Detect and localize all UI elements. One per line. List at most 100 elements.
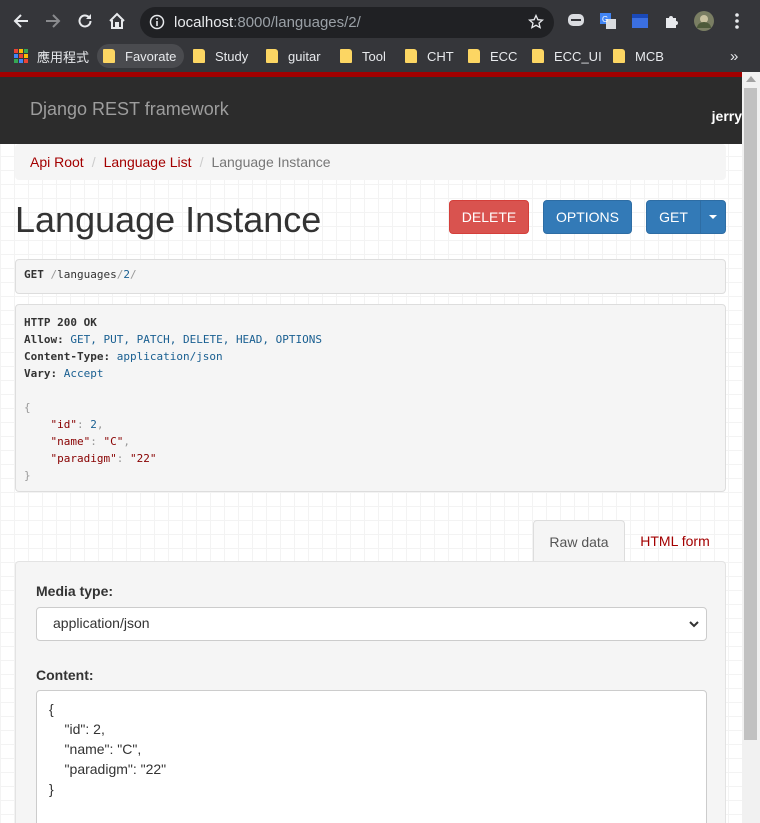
header-value: GET, PUT, PATCH, DELETE, HEAD, OPTIONS [70, 333, 323, 346]
folder-icon [340, 49, 352, 63]
breadcrumb-separator: / [199, 154, 204, 170]
tab-raw-data[interactable]: Raw data [533, 520, 625, 562]
folder-icon [532, 49, 544, 63]
bookmark-tool[interactable]: Tool [340, 46, 386, 66]
breadcrumb-api-root[interactable]: Api Root [30, 154, 84, 170]
home-icon[interactable] [104, 8, 130, 34]
media-type-value: application/json [53, 615, 150, 631]
bookmark-cht[interactable]: CHT [405, 46, 454, 66]
breadcrumb-language-list[interactable]: Language List [104, 154, 192, 170]
folder-icon [103, 49, 115, 63]
bookmark-guitar[interactable]: guitar [266, 46, 321, 66]
get-button[interactable]: GET [646, 200, 701, 234]
bookmark-study[interactable]: Study [193, 46, 248, 66]
brand-link[interactable]: Django REST framework [30, 99, 229, 120]
bookmark-label: MCB [635, 48, 664, 64]
bookmark-label: guitar [288, 48, 321, 64]
calendar-extension-icon[interactable] [630, 11, 650, 31]
page-scrollbar[interactable] [742, 72, 760, 823]
tab-html-form[interactable]: HTML form [625, 520, 725, 562]
reload-icon[interactable] [72, 8, 98, 34]
bookmark-label: CHT [427, 48, 454, 64]
site-info-icon[interactable] [149, 14, 165, 35]
request-method: GET [24, 268, 44, 281]
caret-down-icon [709, 215, 717, 219]
path-slash: / [129, 268, 137, 281]
folder-icon [613, 49, 625, 63]
page-content: Django REST framework jerry Api Root / L… [0, 72, 742, 823]
bookmark-star-icon[interactable] [527, 13, 545, 35]
header-name: Allow: [24, 333, 64, 346]
bookmark-ecc[interactable]: ECC [468, 46, 517, 66]
bookmarks-bar: 應用程式 Favorate Study guitar Tool CHT ECC [0, 40, 760, 72]
profile-avatar-icon[interactable] [694, 11, 714, 31]
content-line: "paradigm": "22" [49, 761, 167, 777]
content-label: Content: [36, 667, 94, 683]
browser-menu-icon[interactable] [727, 11, 747, 31]
translate-extension-icon[interactable]: G [598, 11, 618, 31]
media-type-label: Media type: [36, 583, 114, 599]
breadcrumb-current: Language Instance [211, 154, 331, 170]
bookmark-label: 應用程式 [37, 49, 90, 65]
back-arrow-icon[interactable] [8, 8, 34, 34]
path-segment: languages [57, 268, 117, 281]
bookmark-label: ECC [490, 48, 518, 64]
json-value-paradigm: "22" [129, 452, 157, 465]
path-segment: 2 [123, 268, 130, 281]
json-brace: { [24, 401, 31, 414]
json-key: "paradigm" [50, 452, 117, 465]
apps-grid-icon [14, 49, 28, 63]
bookmark-label: Study [215, 48, 249, 64]
folder-icon [266, 49, 278, 63]
json-key: "id" [50, 418, 78, 431]
folder-icon [405, 49, 417, 63]
bookmark-label: Tool [362, 48, 386, 64]
folder-icon [193, 49, 205, 63]
request-info: GET /languages/2/ [15, 259, 726, 294]
url-host: localhost [174, 14, 234, 31]
header-value: application/json [116, 350, 223, 363]
json-value-name: "C" [103, 435, 124, 448]
response-status: HTTP 200 OK [24, 316, 97, 329]
bookmark-apps[interactable]: 應用程式 [14, 46, 89, 66]
url-text: localhost:8000/languages/2/ [174, 14, 361, 31]
options-button[interactable]: OPTIONS [543, 200, 632, 234]
header-value: Accept [63, 367, 104, 380]
bookmark-favorate[interactable]: Favorate [97, 44, 185, 68]
raw-data-form: Media type: application/json Content: { … [15, 561, 726, 823]
breadcrumb-separator: / [91, 154, 96, 170]
scroll-up-arrow-icon[interactable] [746, 76, 756, 82]
get-format-dropdown[interactable] [700, 200, 726, 234]
content-line: "name": "C", [49, 741, 142, 757]
url-path: :8000/languages/2/ [233, 14, 361, 31]
bookmark-mcb[interactable]: MCB [613, 46, 664, 66]
bookmark-ecc-ui[interactable]: ECC_UI [532, 46, 602, 66]
media-type-select[interactable]: application/json [36, 607, 707, 641]
extensions-puzzle-icon[interactable] [662, 11, 682, 31]
page-title: Language Instance [15, 199, 322, 240]
scrollbar-thumb[interactable] [744, 88, 757, 740]
browser-toolbar: localhost:8000/languages/2/ G [0, 0, 760, 40]
content-line: } [49, 781, 54, 797]
bookmarks-overflow-button[interactable]: » [730, 46, 738, 66]
bookmark-label: ECC_UI [554, 48, 602, 64]
top-navbar: Django REST framework jerry [0, 72, 742, 144]
content-textarea[interactable]: { "id": 2, "name": "C", "paradigm": "22"… [36, 690, 707, 823]
header-name: Vary: [24, 367, 58, 380]
json-brace: } [24, 469, 31, 482]
content-line: { [49, 701, 54, 717]
delete-button[interactable]: DELETE [449, 200, 529, 234]
chevron-down-icon [687, 617, 701, 634]
bookmark-label: Favorate [125, 48, 177, 64]
response-info: HTTP 200 OK Allow: GET, PUT, PATCH, DELE… [15, 304, 726, 492]
json-value-id: 2 [90, 418, 97, 431]
folder-icon [468, 49, 480, 63]
browser-chrome: localhost:8000/languages/2/ G 應用程式 Favor… [0, 0, 760, 72]
svg-text:G: G [602, 15, 608, 24]
user-menu[interactable]: jerry [712, 108, 742, 124]
json-key: "name" [50, 435, 91, 448]
content-line: "id": 2, [49, 721, 105, 737]
address-bar[interactable]: localhost:8000/languages/2/ [140, 7, 554, 38]
chat-extension-icon[interactable] [566, 11, 586, 31]
forward-arrow-icon[interactable] [40, 8, 66, 34]
